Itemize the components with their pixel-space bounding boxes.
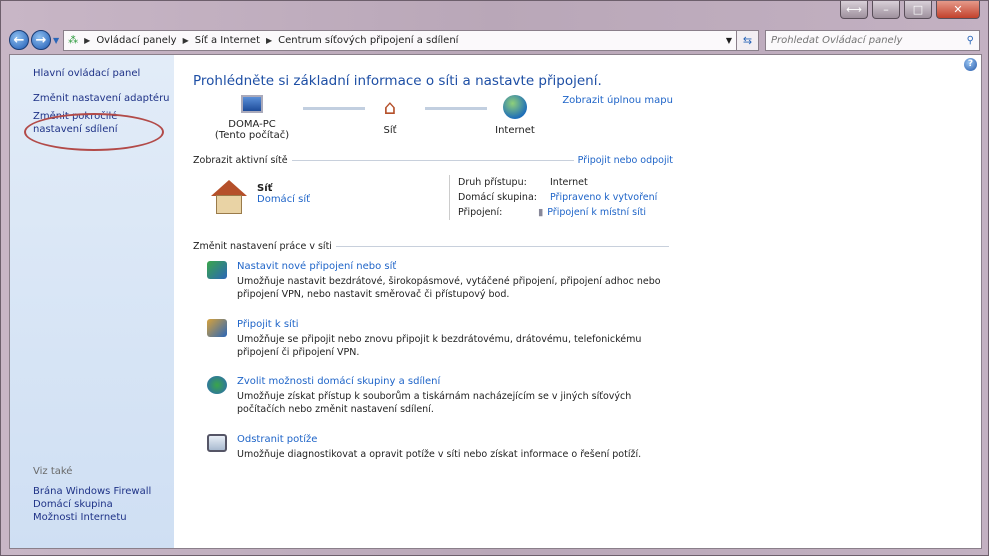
access-type-label: Druh přístupu: — [458, 177, 527, 188]
see-also-homegroup[interactable]: Domácí skupina — [33, 498, 151, 511]
homegroup-label: Domácí skupina: — [458, 192, 537, 203]
network-name: Síť — [257, 183, 273, 194]
breadcrumb-network-center[interactable]: Centrum síťových připojení a sdílení — [278, 35, 458, 46]
content-area: Hlavní ovládací panel Změnit nastavení a… — [9, 54, 982, 549]
connect-network-icon — [207, 319, 227, 337]
troubleshoot-icon — [207, 434, 227, 452]
connection-link[interactable]: Připojení k místní síti — [547, 205, 646, 220]
see-also-firewall[interactable]: Brána Windows Firewall — [33, 485, 151, 498]
map-node-internet: Internet — [470, 95, 560, 136]
control-panel-icon: ⁂ — [68, 34, 79, 46]
breadcrumb-separator-icon: ▶ — [84, 35, 91, 45]
navigation-bar: ← → ▼ ⁂ ▶ Ovládací panely ▶ Síť a Intern… — [9, 29, 980, 51]
refresh-button[interactable]: ⇆ — [737, 29, 759, 51]
search-input[interactable] — [771, 34, 951, 46]
task-description: Umožňuje diagnostikovat a opravit potíže… — [237, 449, 642, 460]
recent-pages-dropdown[interactable]: ▼ — [53, 36, 59, 45]
back-button[interactable]: ← — [9, 30, 29, 50]
house-icon — [209, 180, 249, 216]
pc-name: DOMA-PC — [228, 119, 276, 130]
full-map-link[interactable]: Zobrazit úplnou mapu — [562, 95, 673, 106]
task-description: Umožňuje se připojit nebo znovu připojit… — [237, 334, 642, 358]
house-icon: ⌂ — [383, 95, 397, 119]
internet-label: Internet — [495, 125, 535, 136]
breadcrumb-separator-icon: ▶ — [266, 35, 273, 45]
change-settings-header: Změnit nastavení práce v síti — [193, 241, 673, 252]
active-network: Síť Domácí síť — [209, 180, 310, 216]
active-networks-header: Zobrazit aktivní sítě Připojit nebo odpo… — [193, 155, 673, 166]
troubleshoot-link[interactable]: Odstranit potíže — [237, 434, 317, 445]
computer-icon — [241, 95, 263, 113]
change-settings-label: Změnit nastavení práce v síti — [193, 241, 332, 252]
new-connection-icon — [207, 261, 227, 279]
search-box[interactable]: ⚲ — [765, 29, 980, 51]
see-also-internet-options[interactable]: Možnosti Internetu — [33, 511, 151, 524]
connect-network-link[interactable]: Připojit k síti — [237, 319, 299, 330]
breadcrumb-control-panel[interactable]: Ovládací panely — [96, 35, 176, 46]
snap-button[interactable]: ⟷ — [840, 1, 868, 19]
network-label: Síť — [383, 125, 397, 136]
connection-icon: ▮ — [538, 207, 544, 218]
homegroup-options-link[interactable]: Zvolit možnosti domácí skupiny a sdílení — [237, 376, 440, 387]
close-button[interactable]: ✕ — [936, 1, 980, 19]
task-description: Umožňuje získat přístup k souborům a tis… — [237, 391, 632, 415]
breadcrumb-network-internet[interactable]: Síť a Internet — [195, 35, 260, 46]
globe-icon — [503, 95, 527, 119]
help-icon[interactable]: ? — [964, 58, 977, 71]
map-node-network: ⌂ Síť — [345, 95, 435, 136]
maximize-button[interactable]: □ — [904, 1, 932, 19]
search-icon[interactable]: ⚲ — [967, 35, 974, 46]
access-type-value: Internet — [550, 177, 588, 188]
window-frame: ⟷ – □ ✕ ← → ▼ ⁂ ▶ Ovládací panely ▶ Síť … — [0, 0, 989, 556]
network-details: Druh přístupu: Internet Domácí skupina: Př… — [449, 175, 657, 220]
highlight-circle — [24, 113, 164, 151]
minimize-button[interactable]: – — [872, 1, 900, 19]
map-node-pc: DOMA-PC (Tento počítač) — [207, 95, 297, 141]
homegroup-link[interactable]: Připraveno k vytvoření — [550, 190, 657, 205]
see-also-label: Viz také — [33, 466, 73, 477]
sidebar: Hlavní ovládací panel Změnit nastavení a… — [10, 55, 174, 548]
network-map: DOMA-PC (Tento počítač) ⌂ Síť Internet Z… — [193, 95, 673, 155]
network-type-link[interactable]: Domácí síť — [257, 194, 310, 205]
task-troubleshoot: Odstranit potíže Umožňuje diagnostikovat … — [207, 434, 673, 461]
forward-button[interactable]: → — [31, 30, 51, 50]
sidebar-item-control-panel-home[interactable]: Hlavní ovládací panel — [33, 67, 174, 80]
task-homegroup: Zvolit možnosti domácí skupiny a sdílení… — [207, 376, 673, 416]
address-bar[interactable]: ⁂ ▶ Ovládací panely ▶ Síť a Internet ▶ C… — [63, 29, 737, 51]
caption-buttons: ⟷ – □ ✕ — [840, 1, 980, 19]
connect-disconnect-link[interactable]: Připojit nebo odpojit — [578, 155, 673, 166]
new-connection-link[interactable]: Nastavit nové připojení nebo síť — [237, 261, 396, 272]
task-connect-network: Připojit k síti Umožňuje se připojit nebo… — [207, 319, 673, 359]
breadcrumb-separator-icon: ▶ — [182, 35, 189, 45]
homegroup-icon — [207, 376, 227, 394]
active-networks-label: Zobrazit aktivní sítě — [193, 155, 288, 166]
page-title: Prohlédněte si základní informace o síti… — [193, 73, 602, 89]
task-description: Umožňuje nastavit bezdrátové, širokopásm… — [237, 276, 661, 300]
address-dropdown-icon[interactable]: ▼ — [726, 36, 736, 45]
task-new-connection: Nastavit nové připojení nebo síť Umožňuje… — [207, 261, 673, 301]
pc-subtitle: (Tento počítač) — [214, 130, 290, 141]
sidebar-item-change-adapter[interactable]: Změnit nastavení adaptéru — [33, 92, 174, 105]
connection-label: Připojení: — [458, 207, 503, 218]
